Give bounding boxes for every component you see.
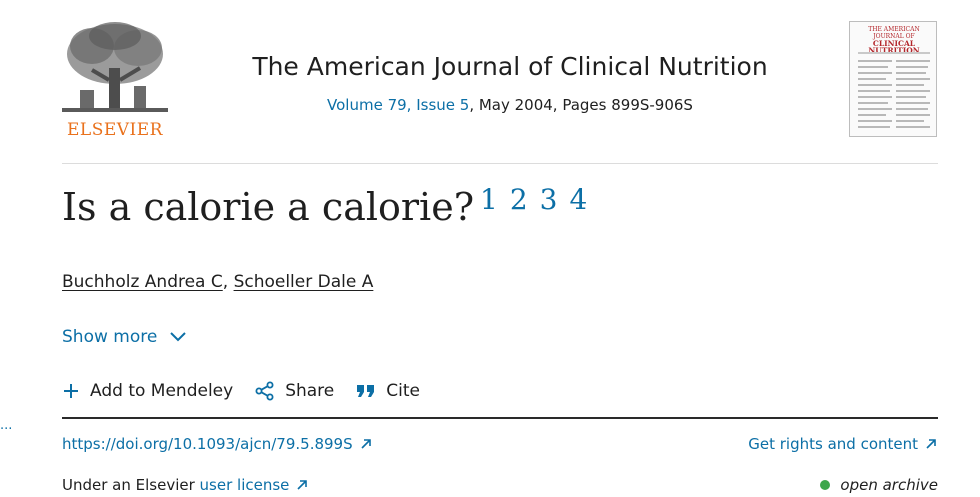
header-divider	[62, 163, 938, 164]
side-panel-marker[interactable]: ...	[0, 418, 12, 433]
quote-icon	[357, 385, 375, 397]
get-rights-link[interactable]: Get rights and content	[748, 435, 938, 453]
cite-label: Cite	[386, 381, 420, 401]
journal-issue-info: Volume 79, Issue 5, May 2004, Pages 899S…	[170, 96, 850, 114]
open-archive-badge: open archive	[820, 476, 938, 494]
chevron-down-icon	[170, 332, 187, 342]
rights-text: Get rights and content	[748, 435, 918, 453]
external-link-icon	[361, 439, 371, 449]
external-link-icon	[297, 480, 308, 490]
show-more-button[interactable]: Show more	[62, 327, 187, 347]
open-archive-label: open archive	[840, 476, 938, 494]
add-to-mendeley-button[interactable]: Add to Mendeley	[62, 381, 233, 401]
volume-issue-link[interactable]: Volume 79, Issue 5	[327, 96, 469, 114]
article-toolbar: Add to Mendeley Share Cite	[62, 381, 442, 401]
mendeley-label: Add to Mendeley	[90, 381, 234, 401]
date-pages: , May 2004, Pages 899S-906S	[469, 96, 693, 114]
author-link-buchholz[interactable]: Buchholz Andrea C	[62, 272, 223, 292]
footnote-link-1[interactable]: 1	[480, 183, 498, 216]
user-license-link[interactable]: user license	[200, 476, 290, 494]
toolbar-divider	[62, 417, 938, 419]
open-access-dot-icon	[820, 480, 831, 490]
external-link-icon	[926, 439, 936, 449]
journal-cover-thumbnail[interactable]: THE AMERICAN JOURNAL OF CLINICAL NUTRITI…	[849, 21, 937, 137]
footnote-link-3[interactable]: 3	[540, 183, 558, 216]
share-label: Share	[285, 381, 335, 401]
author-separator: ,	[222, 272, 229, 292]
article-title: Is a calorie a calorie?	[62, 185, 475, 229]
doi-link[interactable]: https://doi.org/10.1093/ajcn/79.5.899S	[62, 435, 373, 453]
cover-header: THE AMERICAN JOURNAL OF CLINICAL NUTRITI…	[856, 26, 932, 54]
plus-icon	[64, 384, 78, 398]
cite-button[interactable]: Cite	[356, 381, 420, 401]
publisher-name: ELSEVIER	[67, 120, 163, 140]
elsevier-tree-icon	[62, 20, 168, 118]
cover-top-text: THE AMERICAN JOURNAL OF	[868, 26, 920, 40]
footnote-references: 1234	[480, 183, 599, 216]
author-link-schoeller[interactable]: Schoeller Dale A	[234, 272, 374, 292]
journal-title[interactable]: The American Journal of Clinical Nutriti…	[170, 52, 850, 81]
footnote-link-4[interactable]: 4	[569, 183, 587, 216]
share-button[interactable]: Share	[255, 381, 334, 401]
share-icon	[255, 381, 274, 401]
license-info: Under an Elsevier user license	[62, 476, 309, 494]
doi-text: https://doi.org/10.1093/ajcn/79.5.899S	[62, 435, 353, 453]
elsevier-logo[interactable]: ELSEVIER	[62, 20, 168, 142]
show-more-label: Show more	[62, 327, 158, 347]
license-prefix: Under an Elsevier	[62, 476, 200, 494]
footnote-link-2[interactable]: 2	[510, 183, 528, 216]
author-list: Buchholz Andrea C, Schoeller Dale A	[62, 272, 373, 292]
